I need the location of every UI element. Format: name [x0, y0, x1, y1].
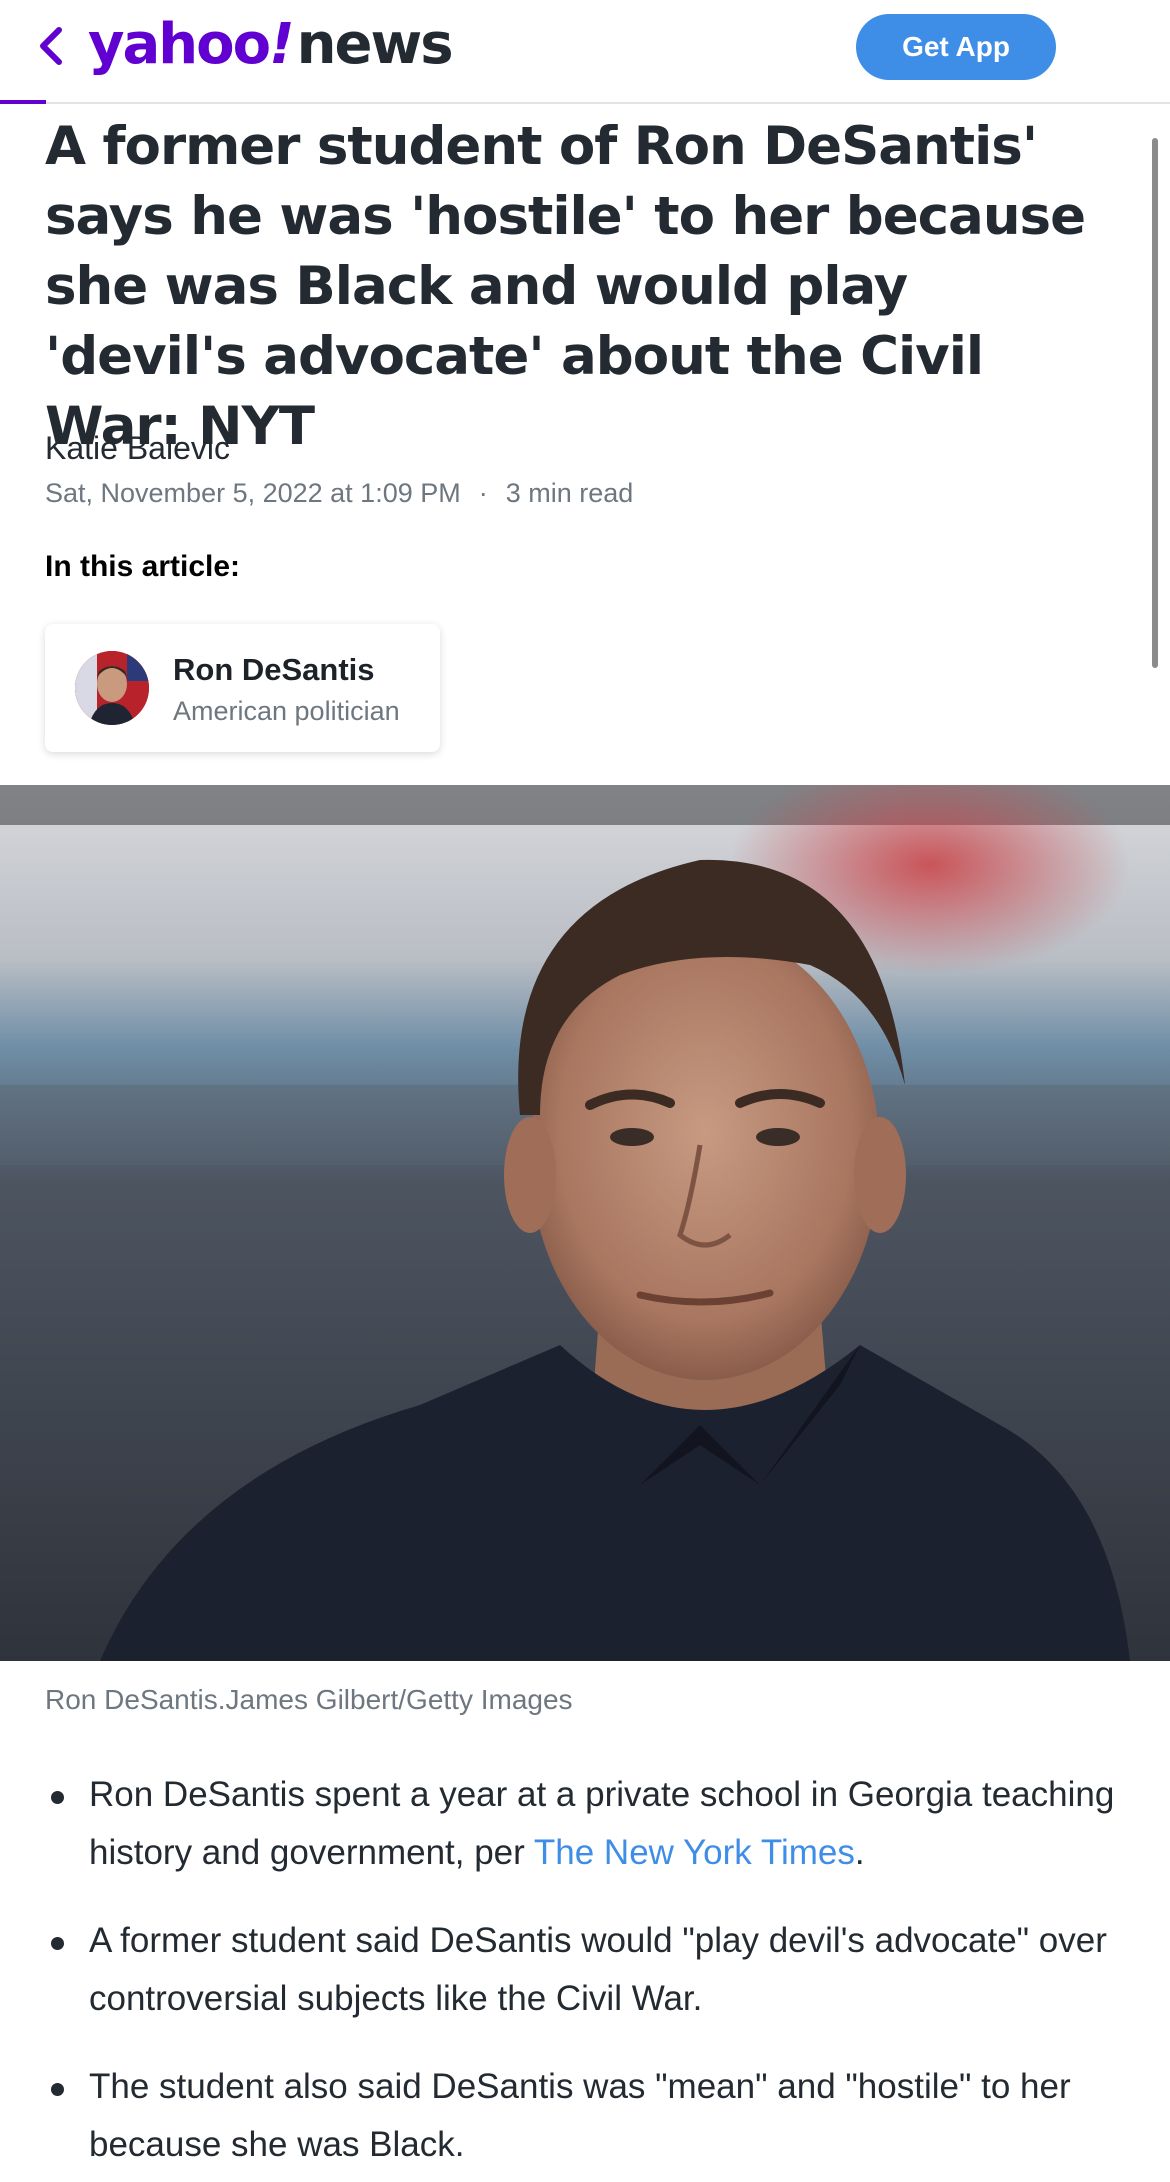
back-button[interactable] [30, 24, 70, 72]
entity-description: American politician [173, 696, 400, 726]
bullet-text-end: . [854, 1833, 865, 1872]
scrollbar[interactable] [1152, 138, 1158, 668]
get-app-button[interactable]: Get App [856, 14, 1056, 80]
bullet-text: A former student said DeSantis would "pl… [89, 1921, 1107, 2018]
read-time: 3 min read [505, 478, 634, 508]
entity-card[interactable]: Ron DeSantis American politician [45, 624, 440, 752]
list-item: Ron DeSantis spent a year at a private s… [45, 1766, 1135, 1882]
article-photo[interactable] [0, 785, 1170, 1661]
yahoo-news-logo[interactable]: yahoo ! news [88, 12, 454, 77]
logo-bang-text: ! [269, 12, 295, 77]
publish-date: Sat, November 5, 2022 at 1:09 PM [45, 478, 461, 508]
photo-caption: Ron DeSantis.James Gilbert/Getty Images [45, 1684, 573, 1715]
logo-news-text: news [296, 12, 454, 77]
list-item: A former student said DeSantis would "pl… [45, 1912, 1135, 2028]
author-name[interactable]: Katie Balevic [45, 430, 230, 467]
key-points-list: Ron DeSantis spent a year at a private s… [45, 1766, 1135, 2182]
chevron-left-icon [35, 24, 65, 73]
nyt-link[interactable]: The New York Times [534, 1833, 855, 1872]
article-meta: Sat, November 5, 2022 at 1:09 PM · 3 min… [45, 478, 633, 509]
list-item: The student also said DeSantis was "mean… [45, 2058, 1135, 2174]
logo-yahoo-text: yahoo [88, 12, 271, 77]
avatar [75, 651, 149, 725]
meta-separator: · [478, 478, 488, 508]
in-this-article-label: In this article: [45, 550, 241, 583]
entity-name: Ron DeSantis [173, 652, 375, 687]
reading-progress-bar [0, 100, 46, 104]
top-nav-bar: yahoo ! news Get App [0, 0, 1170, 104]
article-headline: A former student of Ron DeSantis' says h… [45, 116, 1086, 457]
bullet-text: The student also said DeSantis was "mean… [89, 2067, 1071, 2164]
